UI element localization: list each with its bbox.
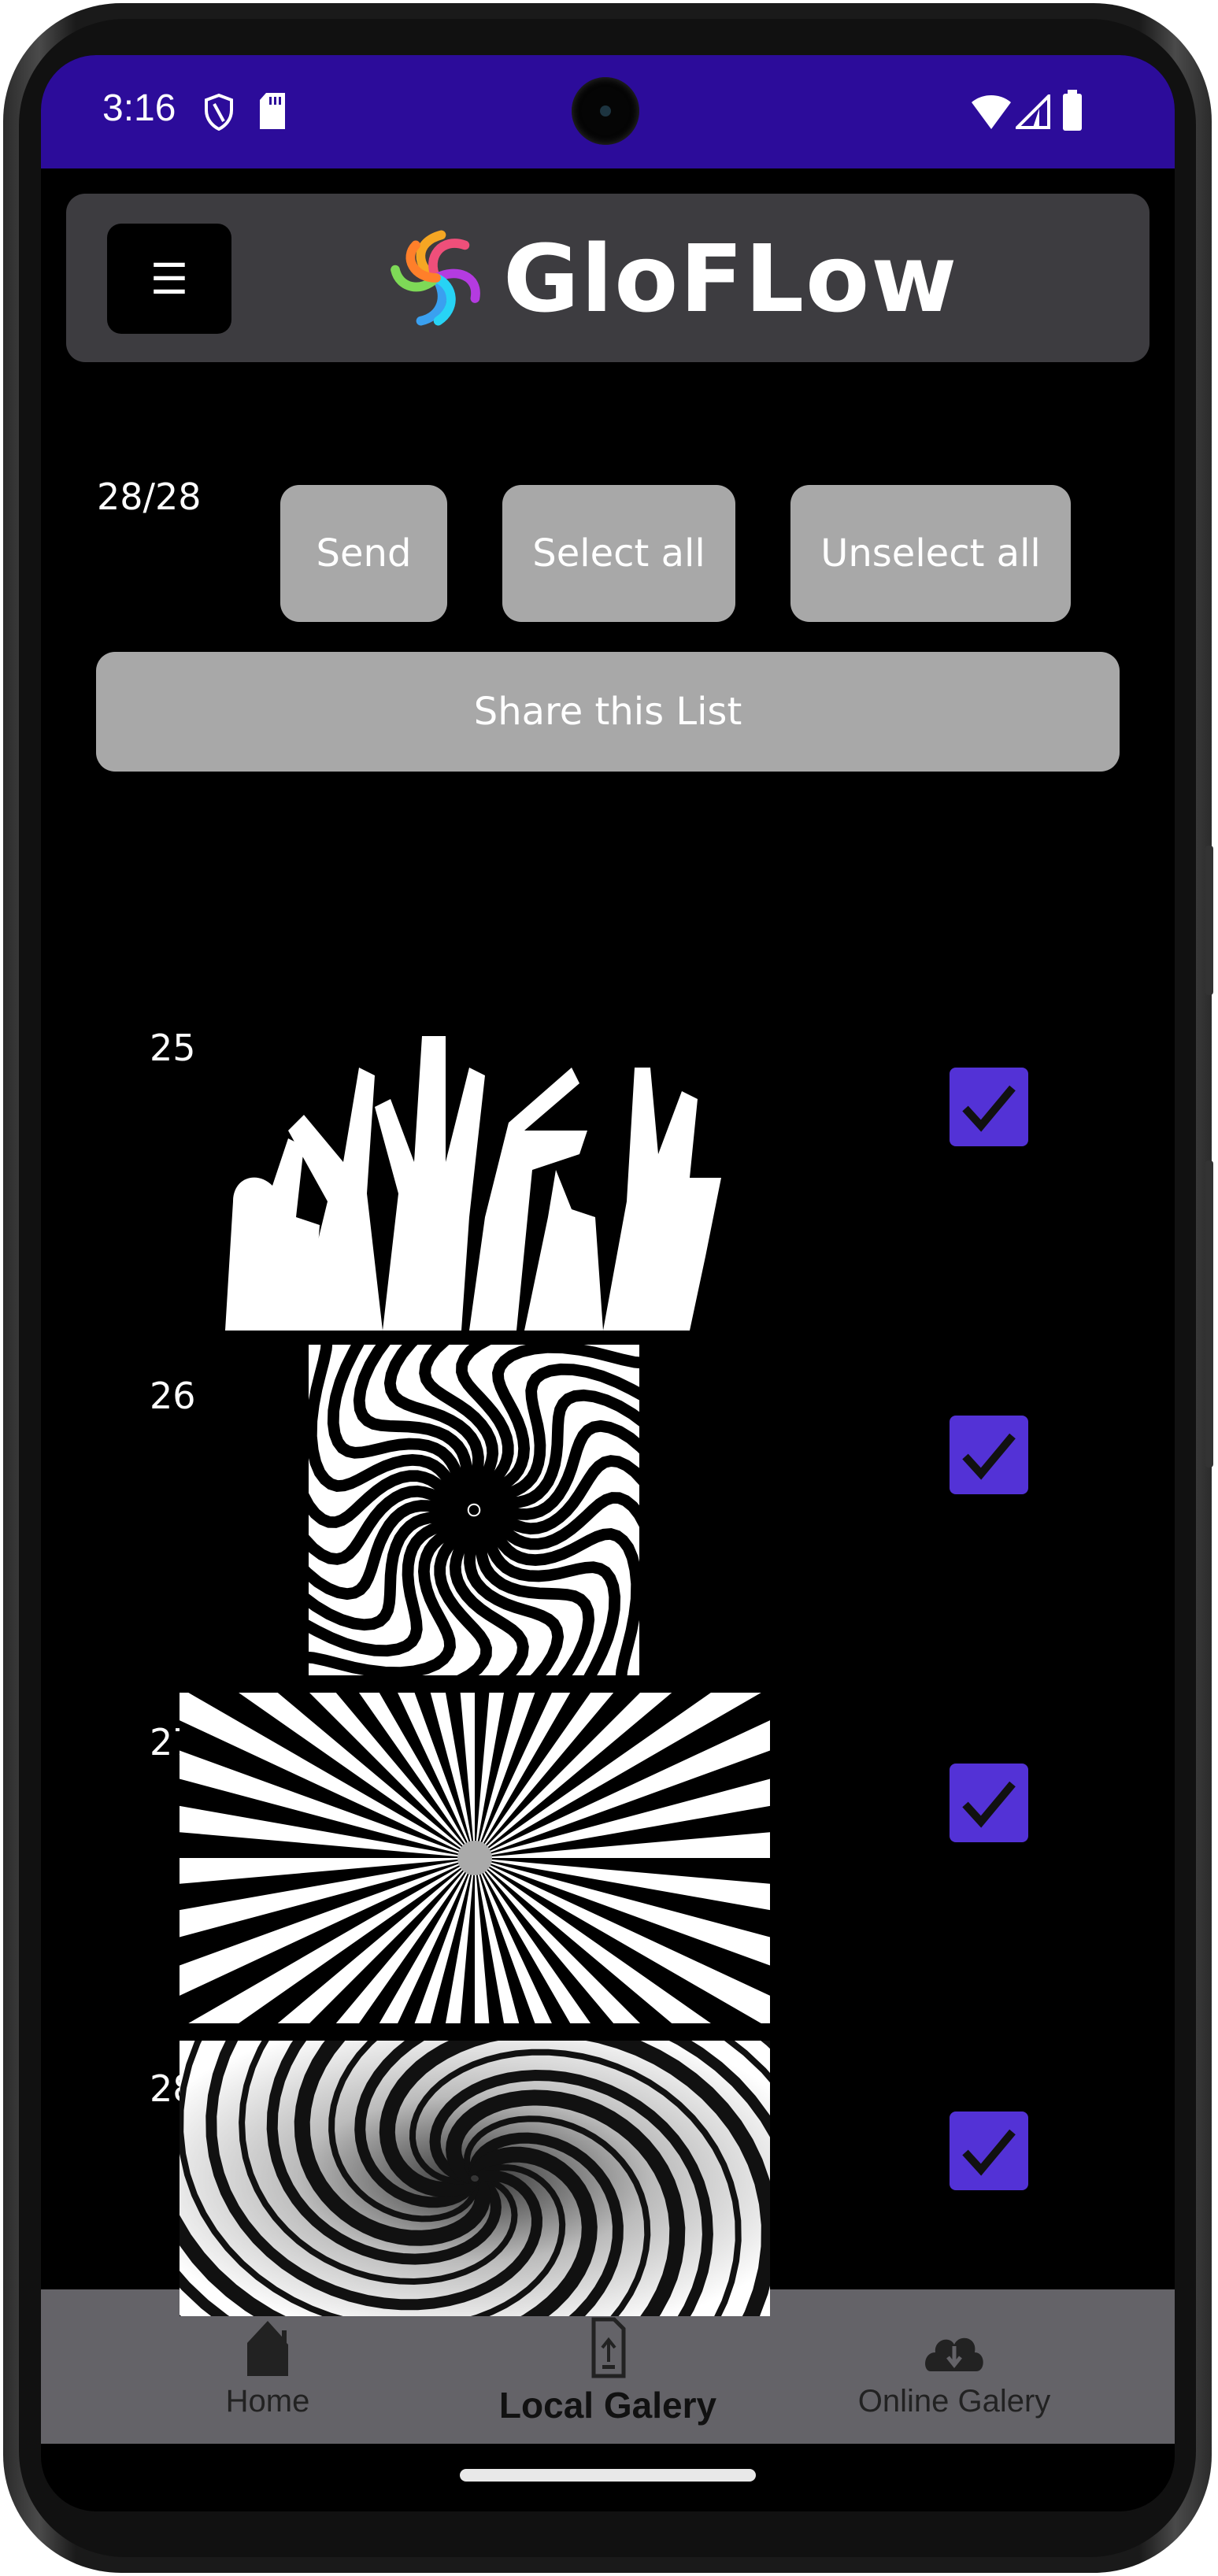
home-icon [247,2321,288,2376]
item-checkbox[interactable] [950,1416,1028,1494]
signal-icon [1016,94,1050,129]
status-time: 3:16 [102,87,176,129]
home-indicator[interactable] [460,2469,756,2482]
item-image-radial-sunburst[interactable] [180,1693,770,2023]
item-number: 26 [150,1375,196,1417]
list-item: 26 [41,1312,1175,1675]
battery-icon [1063,90,1082,131]
cloud-download-icon [925,2337,983,2371]
send-button[interactable]: Send [280,485,447,622]
item-checkbox[interactable] [950,1764,1028,1842]
gloflow-logo-icon [391,230,480,326]
unselect-all-button[interactable]: Unselect all [790,485,1071,622]
list-item: 25 [41,964,1175,1331]
volume-button [1205,846,1213,995]
nav-item-online-galery[interactable]: Online Galery [836,2289,1072,2444]
brand-name: GloFLow [503,224,959,333]
selection-counter: 28/28 [97,476,202,518]
status-bar: 3:16 [41,55,1175,168]
item-image-twisted-spiral[interactable] [180,2041,770,2316]
nav-label: Local Galery [498,2385,717,2426]
item-image-hands[interactable] [209,1020,739,1331]
list-item: 27 [41,1660,1175,2023]
phone-frame: 3:16 ☰ GloFLow 28/28 Send Select all Uns… [3,3,1213,2573]
item-checkbox[interactable] [950,2112,1028,2190]
item-image-spiral-sunburst[interactable] [309,1345,639,1675]
front-camera [572,77,639,145]
sd-card-icon [260,93,285,129]
menu-button[interactable]: ☰ [107,224,231,334]
power-button [1205,1160,1213,1468]
nav-label: Home [225,2384,310,2419]
item-number: 25 [150,1027,196,1069]
share-list-button[interactable]: Share this List [96,652,1120,772]
list-item: 28 [41,2008,1175,2316]
item-checkbox[interactable] [950,1068,1028,1146]
shield-icon [205,93,233,131]
file-upload-icon [591,2317,626,2378]
screen: 3:16 ☰ GloFLow 28/28 Send Select all Uns… [41,55,1175,2511]
select-all-button[interactable]: Select all [502,485,735,622]
wifi-icon [972,95,1011,129]
nav-label: Online Galery [857,2384,1051,2419]
app-bar: ☰ GloFLow [66,194,1150,362]
